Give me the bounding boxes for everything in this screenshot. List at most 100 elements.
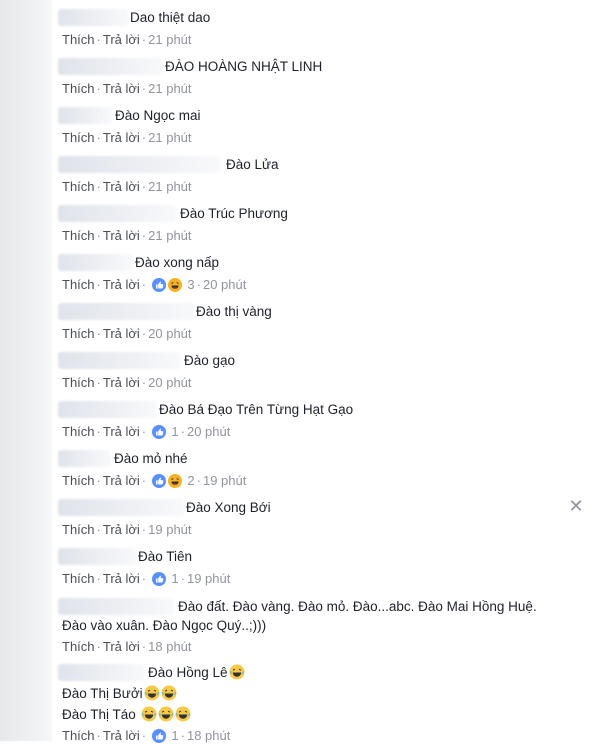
- haha-reaction-icon[interactable]: [167, 474, 182, 492]
- like-link[interactable]: Thích: [62, 130, 95, 145]
- like-reaction-icon[interactable]: [151, 278, 166, 296]
- timestamp[interactable]: 21 phút: [148, 130, 191, 145]
- blurred-author-name: [58, 156, 220, 173]
- reaction-count[interactable]: 2: [187, 473, 194, 488]
- comment-actions: Thích · Trả lời · 21 phút: [62, 179, 192, 194]
- timestamp[interactable]: 20 phút: [187, 424, 230, 439]
- comment-actions: Thích · Trả lời · 21 phút: [62, 130, 192, 145]
- like-link[interactable]: Thích: [62, 326, 95, 341]
- reply-link[interactable]: Trả lời: [103, 32, 140, 47]
- comment-text: Đào Lửa: [226, 157, 279, 172]
- comment-actions: Thích · Trả lời · 20 phút: [62, 326, 192, 341]
- reaction-count[interactable]: 1: [171, 424, 178, 439]
- reply-link[interactable]: Trả lời: [103, 639, 140, 654]
- like-link[interactable]: Thích: [62, 375, 95, 390]
- like-link[interactable]: Thích: [62, 571, 95, 586]
- like-link[interactable]: Thích: [62, 81, 95, 96]
- reply-link[interactable]: Trả lời: [103, 326, 140, 341]
- timestamp[interactable]: 21 phút: [148, 32, 191, 47]
- comment-text: Đào xong nấp: [135, 255, 220, 270]
- timestamp[interactable]: 20 phút: [203, 277, 246, 292]
- like-reaction-icon[interactable]: [151, 425, 166, 443]
- blurred-author-name: [58, 303, 194, 320]
- laughing-emoji-icon: [158, 706, 174, 727]
- timestamp[interactable]: 19 phút: [187, 571, 230, 586]
- like-reaction-icon[interactable]: [151, 474, 166, 492]
- comment-text-line-3: Đào Thị Táo: [62, 706, 191, 727]
- comment-actions: Thích · Trả lời · 1 · 19 phút: [62, 571, 230, 590]
- reply-link[interactable]: Trả lời: [103, 179, 140, 194]
- blurred-author-name: [58, 107, 112, 124]
- like-reaction-icon[interactable]: [151, 572, 166, 590]
- blurred-author-name: [58, 598, 174, 615]
- timestamp[interactable]: 20 phút: [148, 326, 191, 341]
- comment-text-line-2: Đào vào xuân. Đào Ngọc Quý..;))): [62, 618, 267, 633]
- comment-text: Đào Hồng Lê: [148, 664, 245, 685]
- comment-text: Đào Trúc Phương: [180, 206, 288, 221]
- reaction-count[interactable]: 3: [187, 277, 194, 292]
- laughing-emoji-icon: [141, 706, 157, 727]
- timestamp[interactable]: 19 phút: [148, 522, 191, 537]
- blurred-author-name: [58, 352, 180, 369]
- timestamp[interactable]: 21 phút: [148, 81, 191, 96]
- comment-list: Dao thiệt dao Thích · Trả lời · 21 phút ĐÀO …: [0, 0, 600, 743]
- laughing-emoji-icon: [175, 706, 191, 727]
- comment-actions: Thích · Trả lời · 3 · 20 phút: [62, 277, 246, 296]
- comment-text: Đào thị vàng: [196, 304, 272, 319]
- comment-text-line-2: Đào Thị Bưởi: [62, 685, 177, 706]
- blurred-author-name: [58, 58, 162, 75]
- laughing-emoji-icon: [144, 685, 160, 706]
- close-icon[interactable]: ✕: [566, 496, 586, 516]
- timestamp[interactable]: 21 phút: [148, 179, 191, 194]
- like-link[interactable]: Thích: [62, 179, 95, 194]
- comment-actions: Thích · Trả lời · 21 phút: [62, 228, 192, 243]
- blurred-author-name: [58, 499, 184, 516]
- blurred-author-name: [58, 205, 176, 222]
- laughing-emoji-icon: [229, 664, 245, 685]
- reply-link[interactable]: Trả lời: [103, 522, 140, 537]
- blurred-author-name: [58, 9, 128, 26]
- blurred-author-name: [58, 450, 110, 467]
- blurred-author-name: [58, 401, 156, 418]
- comment-text: Đào Xong Bới: [186, 500, 271, 515]
- comment-actions: Thích · Trả lời · 20 phút: [62, 375, 192, 390]
- reply-link[interactable]: Trả lời: [103, 228, 140, 243]
- reaction-count[interactable]: 1: [171, 571, 178, 586]
- comment-actions: Thích · Trả lời · 21 phút: [62, 32, 192, 47]
- timestamp[interactable]: 21 phút: [148, 228, 191, 243]
- blurred-author-name: [58, 548, 136, 565]
- timestamp[interactable]: 19 phút: [203, 473, 246, 488]
- like-link[interactable]: Thích: [62, 228, 95, 243]
- comment-text: Đào gạo: [184, 353, 236, 368]
- comment-text: Đào đất. Đào vàng. Đào mỏ. Đào...abc. Đà…: [178, 599, 537, 614]
- like-link[interactable]: Thích: [62, 424, 95, 439]
- like-link[interactable]: Thích: [62, 32, 95, 47]
- reply-link[interactable]: Trả lời: [103, 571, 140, 586]
- haha-reaction-icon[interactable]: [167, 278, 182, 296]
- reply-link[interactable]: Trả lời: [103, 473, 140, 488]
- reply-link[interactable]: Trả lời: [103, 375, 140, 390]
- timestamp[interactable]: 20 phút: [148, 375, 191, 390]
- like-link[interactable]: Thích: [62, 277, 95, 292]
- comment-text: Đào Ngọc mai: [115, 108, 201, 123]
- comment-actions: Thích · Trả lời · 21 phút: [62, 81, 192, 96]
- comment-actions: Thích · Trả lời · 18 phút: [62, 639, 192, 654]
- comment-actions: Thích · Trả lời · 19 phút: [62, 522, 192, 537]
- comment-text: Đào mỏ nhé: [114, 451, 188, 466]
- blurred-author-name: [58, 254, 132, 271]
- like-reaction-icon[interactable]: [151, 729, 166, 747]
- blurred-author-name: [58, 664, 144, 681]
- comment-text: Dao thiệt dao: [130, 10, 211, 25]
- laughing-emoji-icon: [161, 685, 177, 706]
- like-link[interactable]: Thích: [62, 639, 95, 654]
- comment-text: ĐÀO HOÀNG NHẬT LINH: [165, 59, 323, 74]
- reply-link[interactable]: Trả lời: [103, 277, 140, 292]
- comment-actions: Thích · Trả lời · 1 · 20 phút: [62, 424, 230, 443]
- reply-link[interactable]: Trả lời: [103, 424, 140, 439]
- comment-actions: Thích · Trả lời · 2 · 19 phút: [62, 473, 246, 492]
- like-link[interactable]: Thích: [62, 473, 95, 488]
- timestamp[interactable]: 18 phút: [148, 639, 191, 654]
- reply-link[interactable]: Trả lời: [103, 81, 140, 96]
- reply-link[interactable]: Trả lời: [103, 130, 140, 145]
- like-link[interactable]: Thích: [62, 522, 95, 537]
